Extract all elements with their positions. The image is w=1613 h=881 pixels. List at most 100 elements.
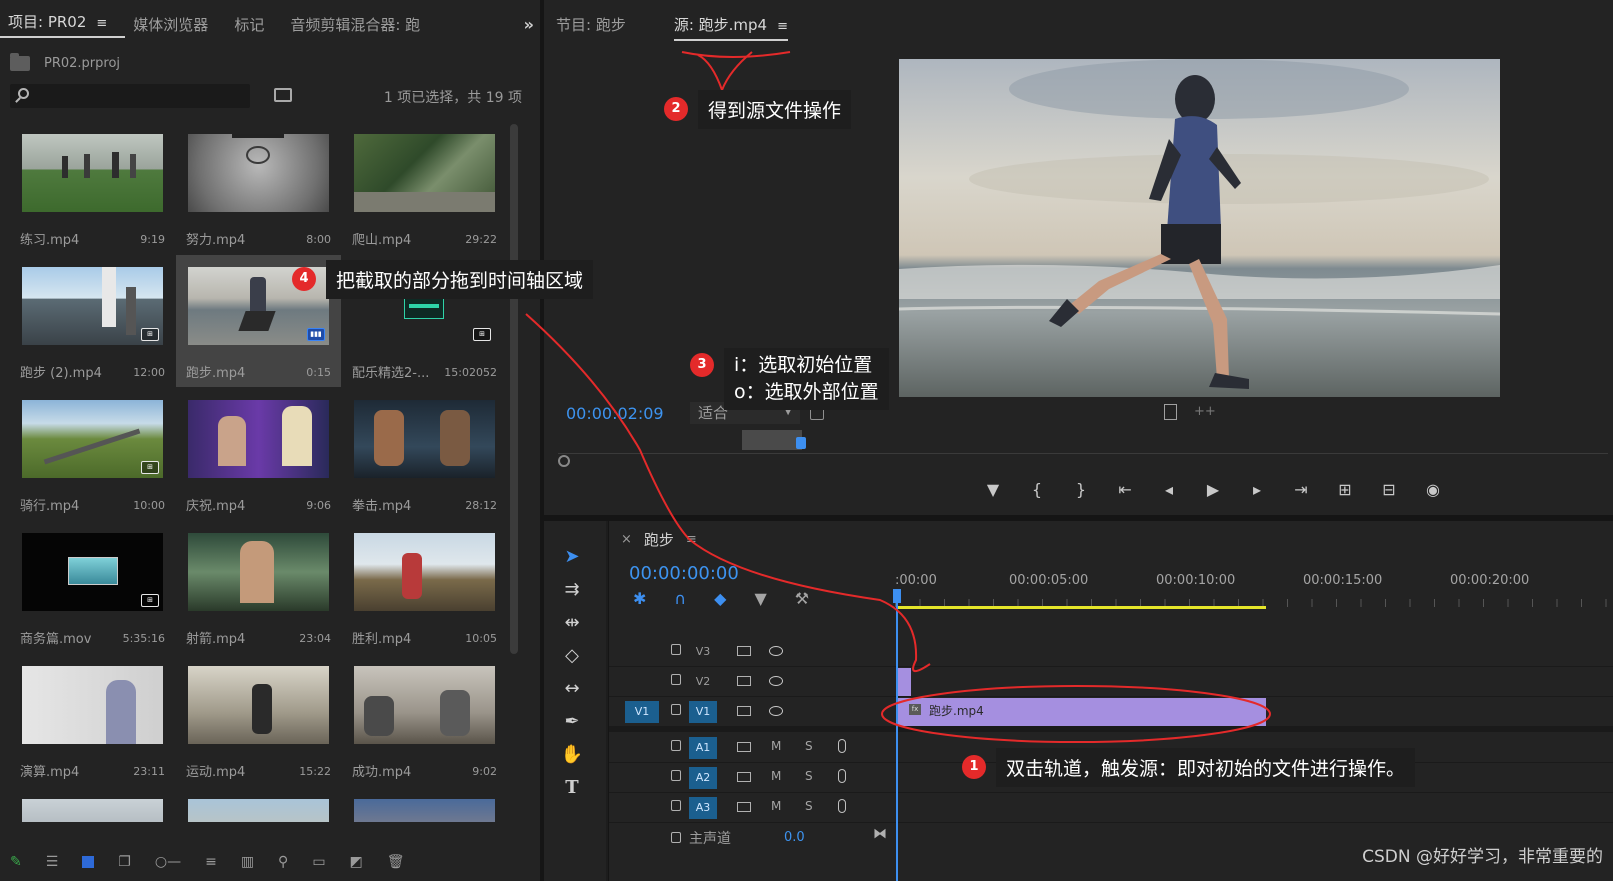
sequence-tab[interactable]: × 跑步 ≡ <box>621 529 697 550</box>
nest-icon[interactable]: ✱ <box>633 589 646 608</box>
mark-in-icon[interactable]: { <box>1028 480 1046 499</box>
media-item[interactable]: 运动.mp4 15:22 <box>176 654 341 786</box>
play-icon[interactable]: ▶ <box>1204 480 1222 499</box>
media-item[interactable]: 射箭.mp4 23:04 <box>176 521 341 653</box>
track-label[interactable]: A1 <box>689 737 717 759</box>
wrench-icon[interactable]: ⚒ <box>795 589 809 608</box>
eye-icon[interactable] <box>769 646 783 656</box>
media-item[interactable]: ⊞ 跑步 (2).mp4 12:00 <box>10 255 175 387</box>
eye-icon[interactable] <box>769 676 783 686</box>
lock-icon[interactable] <box>671 770 681 781</box>
list-view-icon[interactable]: ☰ <box>46 854 59 870</box>
drag-video-only-icon[interactable] <box>1164 404 1177 420</box>
lock-icon[interactable] <box>671 740 681 751</box>
track-label[interactable]: V3 <box>689 641 717 663</box>
new-item-icon[interactable]: ◩ <box>350 854 363 870</box>
media-item[interactable]: 拳击.mp4 28:12 <box>342 388 507 520</box>
media-item[interactable] <box>10 787 175 822</box>
panel-menu-icon[interactable]: ≡ <box>777 19 788 34</box>
razor-tool-icon[interactable]: ◇ <box>560 644 584 668</box>
media-item[interactable]: ⊞ 骑行.mp4 10:00 <box>10 388 175 520</box>
linked-selection-icon[interactable]: ◆ <box>714 589 726 608</box>
clip-v1[interactable]: fx 跑步.mp4 <box>897 698 1266 726</box>
sync-lock-icon[interactable] <box>737 802 751 812</box>
icon-view-icon[interactable] <box>82 855 95 868</box>
new-search-bin-icon[interactable] <box>274 88 292 102</box>
media-item[interactable]: 练习.mp4 9:19 <box>10 122 175 254</box>
drag-audio-only-icon[interactable]: ++ <box>1194 404 1216 419</box>
media-item[interactable]: 爬山.mp4 29:22 <box>342 122 507 254</box>
source-patch[interactable]: V1 <box>625 701 659 723</box>
project-scrollbar[interactable] <box>510 124 518 654</box>
track-select-tool-icon[interactable]: ⇉ <box>560 578 584 602</box>
insert-icon[interactable]: ⊞ <box>1336 480 1354 499</box>
mic-icon[interactable] <box>838 739 846 753</box>
selection-tool-icon[interactable]: ➤ <box>560 545 584 569</box>
mute-button[interactable]: M <box>771 739 781 753</box>
solo-button[interactable]: S <box>805 769 813 783</box>
media-item[interactable] <box>342 787 507 822</box>
go-to-in-icon[interactable]: ⇤ <box>1116 480 1134 499</box>
clip-v2[interactable] <box>897 668 911 696</box>
media-item[interactable]: 成功.mp4 9:02 <box>342 654 507 786</box>
media-item[interactable]: 胜利.mp4 10:05 <box>342 521 507 653</box>
close-icon[interactable]: × <box>621 532 632 547</box>
source-timecode[interactable]: 00:00:02:09 <box>566 404 664 423</box>
mute-button[interactable]: M <box>771 799 781 813</box>
write-icon[interactable]: ✎ <box>10 854 22 870</box>
media-item[interactable]: 庆祝.mp4 9:06 <box>176 388 341 520</box>
snap-icon[interactable]: ∩ <box>674 589 686 608</box>
source-zoom-scrollbar[interactable] <box>558 455 1613 467</box>
tab-markers[interactable]: 标记 <box>226 14 282 35</box>
timeline-playhead[interactable] <box>896 591 898 881</box>
new-bin-icon[interactable]: ▭ <box>312 854 325 870</box>
automate-icon[interactable]: ▥ <box>241 854 254 870</box>
add-marker-icon[interactable]: ▼ <box>754 589 766 608</box>
sync-lock-icon[interactable] <box>737 646 751 656</box>
tab-source[interactable]: 源: 跑步.mp4 ≡ <box>673 14 789 41</box>
video-audio-divider[interactable] <box>609 726 1613 732</box>
lock-icon[interactable] <box>671 674 681 685</box>
freeform-view-icon[interactable]: ❐ <box>118 854 131 870</box>
work-area-bar[interactable] <box>897 606 1266 609</box>
marker-icon[interactable]: ▼ <box>984 480 1002 499</box>
solo-button[interactable]: S <box>805 799 813 813</box>
mute-button[interactable]: M <box>771 769 781 783</box>
pen-tool-icon[interactable]: ✒ <box>560 710 584 734</box>
track-label[interactable]: A2 <box>689 767 717 789</box>
panel-menu-icon[interactable]: ≡ <box>686 532 697 547</box>
sync-lock-icon[interactable] <box>737 772 751 782</box>
camera-icon[interactable]: ◉ <box>1424 480 1442 499</box>
go-to-out-icon[interactable]: ⇥ <box>1292 480 1310 499</box>
master-volume-value[interactable]: 0.0 <box>784 830 805 845</box>
track-v2[interactable]: V2 <box>609 667 1613 697</box>
panel-menu-icon[interactable]: ≡ <box>96 16 107 31</box>
timeline-timecode[interactable]: 00:00:00:00 <box>629 563 739 584</box>
tab-project[interactable]: 项目: PR02 ≡ <box>0 11 126 38</box>
type-tool-icon[interactable]: T <box>560 776 584 800</box>
tab-audio-mixer[interactable]: 音频剪辑混合器: 跑 <box>282 14 438 35</box>
eye-icon[interactable] <box>769 706 783 716</box>
in-out-range[interactable] <box>742 430 802 450</box>
source-playhead[interactable] <box>796 437 806 449</box>
mark-out-icon[interactable]: } <box>1072 480 1090 499</box>
media-item[interactable]: ⊞ 商务篇.mov 5:35:16 <box>10 521 175 653</box>
tab-media-browser[interactable]: 媒体浏览器 <box>125 14 226 35</box>
scroll-handle[interactable] <box>558 455 570 467</box>
hand-tool-icon[interactable]: ✋ <box>560 743 584 767</box>
track-v3[interactable]: V3 <box>609 637 1613 667</box>
sort-icon[interactable]: ≡ <box>205 854 217 870</box>
sync-lock-icon[interactable] <box>737 706 751 716</box>
track-label[interactable]: A3 <box>689 797 717 819</box>
mic-icon[interactable] <box>838 799 846 813</box>
track-a3[interactable]: A3 M S <box>609 793 1613 823</box>
step-forward-icon[interactable]: ▸ <box>1248 480 1266 499</box>
mic-icon[interactable] <box>838 769 846 783</box>
lock-icon[interactable] <box>671 800 681 811</box>
sync-lock-icon[interactable] <box>737 676 751 686</box>
slip-tool-icon[interactable]: ↔ <box>560 677 584 701</box>
overwrite-icon[interactable]: ⊟ <box>1380 480 1398 499</box>
step-back-icon[interactable]: ◂ <box>1160 480 1178 499</box>
lock-icon[interactable] <box>671 704 681 715</box>
ripple-edit-tool-icon[interactable]: ⇹ <box>560 611 584 635</box>
